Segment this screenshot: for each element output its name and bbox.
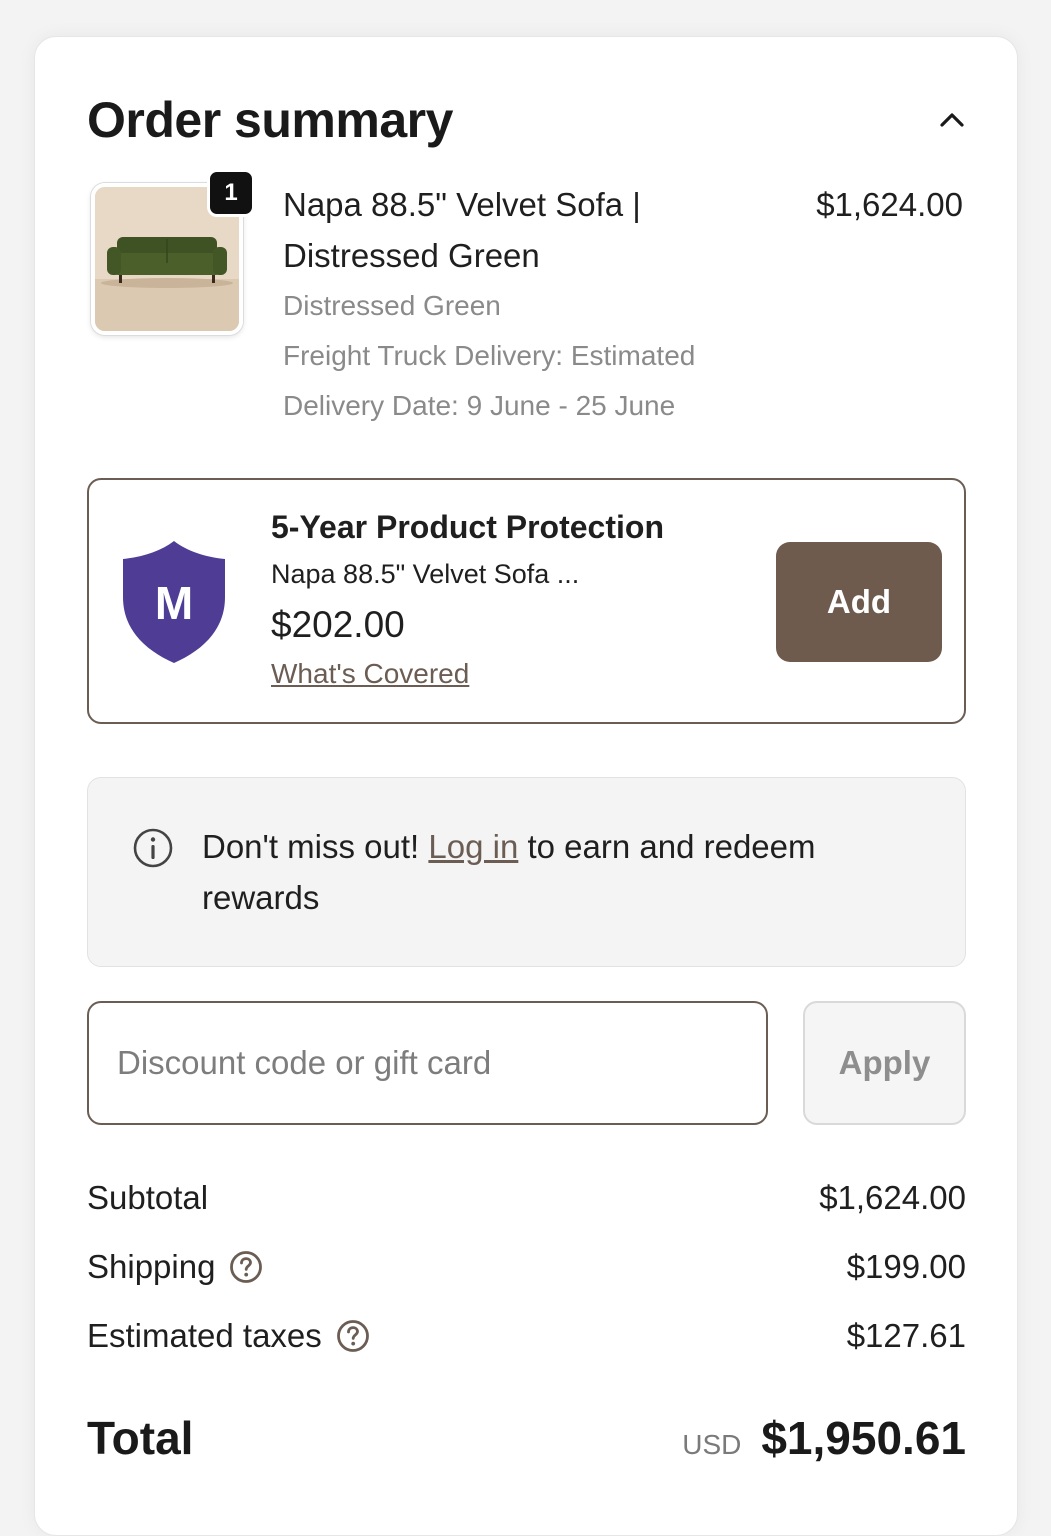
rewards-text: Don't miss out! Log in to earn and redee… [202, 821, 922, 923]
question-icon[interactable] [229, 1250, 263, 1284]
product-name-line1: Napa 88.5" Velvet Sofa | [283, 186, 641, 223]
delivery-method: Freight Truck Delivery: Estimated [283, 340, 696, 371]
order-summary-title: Order summary [87, 92, 453, 148]
taxes-row: Estimated taxes $127.61 [87, 1317, 966, 1355]
product-name-line2: Distressed Green [283, 237, 540, 274]
protection-details: 5-Year Product Protection Napa 88.5" Vel… [271, 504, 664, 696]
whats-covered-link[interactable]: What's Covered [271, 652, 469, 696]
shipping-value: $199.00 [846, 1248, 966, 1285]
shield-icon: M [123, 541, 225, 663]
quantity-badge: 1 [207, 169, 255, 217]
rewards-notice: Don't miss out! Log in to earn and redee… [87, 777, 966, 967]
product-protection-offer: M 5-Year Product Protection Napa 88.5" V… [87, 478, 966, 724]
delivery-date: Delivery Date: 9 June - 25 June [283, 390, 676, 421]
apply-discount-button[interactable]: Apply [803, 1001, 966, 1125]
shipping-label: Shipping [87, 1248, 216, 1285]
total-row: Total USD $1,950.61 [87, 1411, 966, 1465]
protection-subtitle: Napa 88.5" Velvet Sofa ... [271, 559, 580, 589]
taxes-value: $127.61 [846, 1317, 966, 1354]
order-summary-card: Order summary 1 Napa 88.5" Velvet Sofa | [34, 36, 1018, 1536]
product-info: Napa 88.5" Velvet Sofa | Distressed Gree… [283, 179, 783, 431]
subtotal-value: $1,624.00 [819, 1179, 966, 1216]
product-line-item: 1 Napa 88.5" Velvet Sofa | Distressed Gr… [87, 169, 965, 431]
login-link[interactable]: Log in [428, 828, 518, 865]
question-icon[interactable] [336, 1319, 370, 1353]
chevron-up-icon[interactable] [937, 105, 967, 135]
product-variant: Distressed Green [283, 290, 501, 321]
shipping-row: Shipping $199.00 [87, 1248, 966, 1286]
info-icon [133, 828, 173, 868]
protection-title: 5-Year Product Protection [271, 509, 664, 545]
rewards-prefix: Don't miss out! [202, 828, 429, 865]
total-amount: $1,950.61 [761, 1412, 966, 1464]
currency-code: USD [682, 1429, 742, 1460]
subtotal-row: Subtotal $1,624.00 [87, 1179, 966, 1217]
taxes-label: Estimated taxes [87, 1317, 322, 1354]
total-label: Total [87, 1412, 194, 1464]
discount-code-input[interactable] [87, 1001, 768, 1125]
protection-price: $202.00 [271, 604, 405, 645]
order-summary-header[interactable]: Order summary [87, 91, 967, 149]
product-price: $1,624.00 [816, 186, 963, 223]
subtotal-label: Subtotal [87, 1179, 209, 1216]
add-protection-button[interactable]: Add [776, 542, 942, 662]
shield-letter: M [155, 577, 193, 629]
